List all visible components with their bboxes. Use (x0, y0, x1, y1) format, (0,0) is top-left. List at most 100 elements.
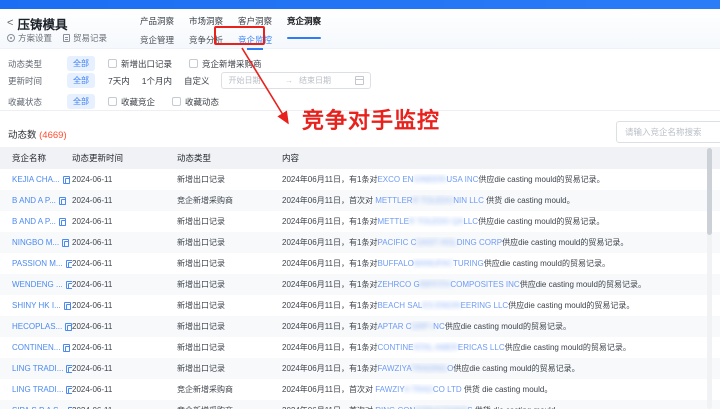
tab-competitor-monitoring[interactable]: 竞企监控 (238, 34, 272, 50)
table-row[interactable]: SHINY HK I... 2024-06-11 新增出口记录 2024年06月11日… (0, 295, 720, 316)
option-1-month[interactable]: 1个月内 (142, 75, 172, 87)
scrollbar-thumb[interactable] (707, 148, 712, 235)
company-name-cell: KEJIA CHA... (0, 175, 72, 184)
checkbox-new-export-record[interactable]: 新增出口记录 (108, 58, 172, 70)
tab-competitor-management[interactable]: 竞企管理 (140, 34, 174, 46)
table-row[interactable]: NINGBO M... 2024-06-11 新增出口记录 2024年06月11日，有… (0, 232, 720, 253)
content-company-link[interactable]: APTAR C (377, 322, 411, 331)
content-company-link[interactable]: FAWZIYA (377, 364, 411, 373)
content-company-link[interactable]: PACIFIC C (377, 238, 416, 247)
range-arrow-icon: → (284, 76, 293, 85)
content-company-link[interactable]: EXCO EN (377, 175, 413, 184)
content-company-link[interactable]: USA INC (446, 175, 478, 184)
filter-label: 更新时间 (8, 75, 43, 86)
scheme-settings-link[interactable]: 方案设置 (7, 32, 52, 44)
table-row[interactable]: KEJIA CHA... 2024-06-11 新增出口记录 2024年06月11日，… (0, 169, 720, 190)
filter-chip-all[interactable]: 全部 (67, 94, 95, 109)
company-name-link[interactable]: B AND A P... (12, 196, 56, 205)
monitor-copy-icon[interactable] (66, 364, 72, 373)
update-date-cell: 2024-06-11 (72, 280, 113, 289)
search-input[interactable] (616, 121, 720, 143)
content-text: 供应die casting mould的贸易记录。 (504, 343, 631, 352)
checkbox-icon (172, 97, 182, 106)
table-row[interactable]: LING TRADI... 2024-06-11 竞企新增采购商 2024年06月11… (0, 379, 720, 400)
content-company-link[interactable]: CO LTD (433, 385, 462, 394)
table-row[interactable]: LING TRADI... 2024-06-11 新增出口记录 2024年06月11日… (0, 358, 720, 379)
filter-label: 动态类型 (8, 58, 43, 69)
monitor-copy-icon[interactable] (66, 385, 72, 394)
table-row[interactable]: PASSION M... 2024-06-11 新增出口记录 2024年06月11日，… (0, 253, 720, 274)
tab-product-insight[interactable]: 产品洞察 (140, 15, 174, 30)
option-7-days[interactable]: 7天内 (108, 75, 130, 87)
tab-customer-insight[interactable]: 客户洞察 (238, 15, 272, 30)
filter-chip-all[interactable]: 全部 (67, 56, 95, 71)
checkbox-favorite-dynamic[interactable]: 收藏动态 (172, 96, 219, 108)
annotation-text: 竞争对手监控 (302, 108, 441, 133)
table-row[interactable]: B AND A P... 2024-06-11 新增出口记录 2024年06月11日，… (0, 211, 720, 232)
company-name-link[interactable]: LING TRADI... (12, 364, 63, 373)
content-company-link[interactable]: ZEHRCO G (377, 280, 419, 289)
table-row[interactable]: HECOPLAS... 2024-06-11 新增出口记录 2024年06月11日，有… (0, 316, 720, 337)
company-name-link[interactable]: CONTINEN... (12, 343, 60, 352)
dynamics-table: 竞企名称 动态更新时间 动态类型 内容 KEJIA CHA... 2024-06-… (0, 147, 720, 409)
company-name-link[interactable]: SHINY HK I... (12, 301, 61, 310)
company-name-cell: B AND A P... (0, 217, 72, 226)
monitor-copy-icon[interactable] (65, 322, 72, 331)
back-title-row[interactable]: < 压铸模具 (7, 14, 67, 33)
monitor-copy-icon[interactable] (63, 343, 71, 352)
company-name-link[interactable]: HECOPLAS... (12, 322, 62, 331)
filter-row-dynamic-type: 动态类型 全部 新增出口记录 竞企新增采购商 (8, 56, 279, 71)
company-name-link[interactable]: NINGBO M... (12, 238, 59, 247)
trade-records-link[interactable]: 贸易记录 (63, 32, 107, 44)
monitor-copy-icon[interactable] (65, 259, 72, 268)
company-name-link[interactable]: LING TRADI... (12, 385, 63, 394)
content-company-link[interactable]: BEACH SAL (377, 301, 422, 310)
table-row[interactable]: B AND A P... 2024-06-11 竞企新增采购商 2024年06月11日… (0, 190, 720, 211)
content-cell: 2024年06月11日，有1条对CONTINENTAL AMERERICAS L… (282, 342, 720, 353)
content-company-link[interactable]: BUFFALO (377, 259, 413, 268)
table-row[interactable]: CONTINEN... 2024-06-11 新增出口记录 2024年06月11日，有… (0, 337, 720, 358)
content-company-link[interactable]: FAWZIY (375, 385, 404, 394)
content-text: 供应die casting mould的贸易记录。 (508, 301, 635, 310)
tab-competition-analysis[interactable]: 竞争分析 (189, 34, 223, 46)
content-cell: 2024年06月11日，有1条对EXCO ENGINEERIUSA INC供应d… (282, 174, 720, 185)
checkbox-favorite-competitor[interactable]: 收藏竞企 (108, 96, 155, 108)
company-name-cell: HECOPLAS... (0, 322, 72, 331)
update-date-cell: 2024-06-11 (72, 196, 113, 205)
content-text: 供应die casting mould的贸易记录。 (502, 238, 629, 247)
tab-competitor-insight[interactable]: 竞企洞察 (287, 15, 322, 39)
monitor-copy-icon[interactable] (63, 301, 71, 310)
update-date-cell: 2024-06-11 (72, 364, 113, 373)
company-name-link[interactable]: PASSION M... (12, 259, 63, 268)
monitor-copy-icon[interactable] (62, 175, 70, 184)
content-company-link[interactable]: LLC (463, 217, 478, 226)
back-chevron-icon[interactable]: < (7, 18, 13, 29)
content-company-link[interactable]: ERICAS LLC (458, 343, 505, 352)
monitor-copy-icon[interactable] (62, 238, 70, 247)
table-row[interactable]: SIPA S P A S...2024-06-11竞企新增采购商2024年06月… (0, 400, 720, 409)
content-company-link[interactable]: METTLE (377, 217, 409, 226)
monitor-copy-icon[interactable] (58, 196, 66, 205)
monitor-copy-icon[interactable] (58, 217, 66, 226)
option-custom[interactable]: 自定义 (184, 75, 210, 87)
date-range-picker[interactable]: 开始日期 → 结束日期 (221, 72, 372, 89)
company-name-link[interactable]: B AND A P... (12, 217, 56, 226)
content-company-link[interactable]: DING CORP (457, 238, 502, 247)
content-company-link[interactable]: CONTINE (377, 343, 413, 352)
company-name-link[interactable]: WENDENG ... (12, 280, 63, 289)
monitor-copy-icon[interactable] (65, 280, 72, 289)
content-company-link[interactable]: EERING LLC (461, 301, 509, 310)
content-company-link[interactable]: NIN LLC (453, 196, 484, 205)
scrollbar-track[interactable] (707, 148, 712, 409)
content-company-link[interactable]: METTLER (375, 196, 412, 205)
col-header-type: 动态类型 (177, 153, 212, 163)
content-company-link[interactable]: TURING (453, 259, 484, 268)
content-company-link[interactable]: COMPOSITES INC (450, 280, 519, 289)
tab-market-insight[interactable]: 市场洞察 (189, 15, 223, 30)
company-name-cell: SHINY HK I... (0, 301, 72, 310)
filter-chip-all[interactable]: 全部 (67, 73, 95, 88)
checkbox-new-buyer[interactable]: 竞企新增采购商 (189, 58, 262, 70)
table-row[interactable]: WENDENG ... 2024-06-11 新增出口记录 2024年06月11日，有… (0, 274, 720, 295)
content-company-link[interactable]: NC (433, 322, 445, 331)
company-name-link[interactable]: KEJIA CHA... (12, 175, 60, 184)
